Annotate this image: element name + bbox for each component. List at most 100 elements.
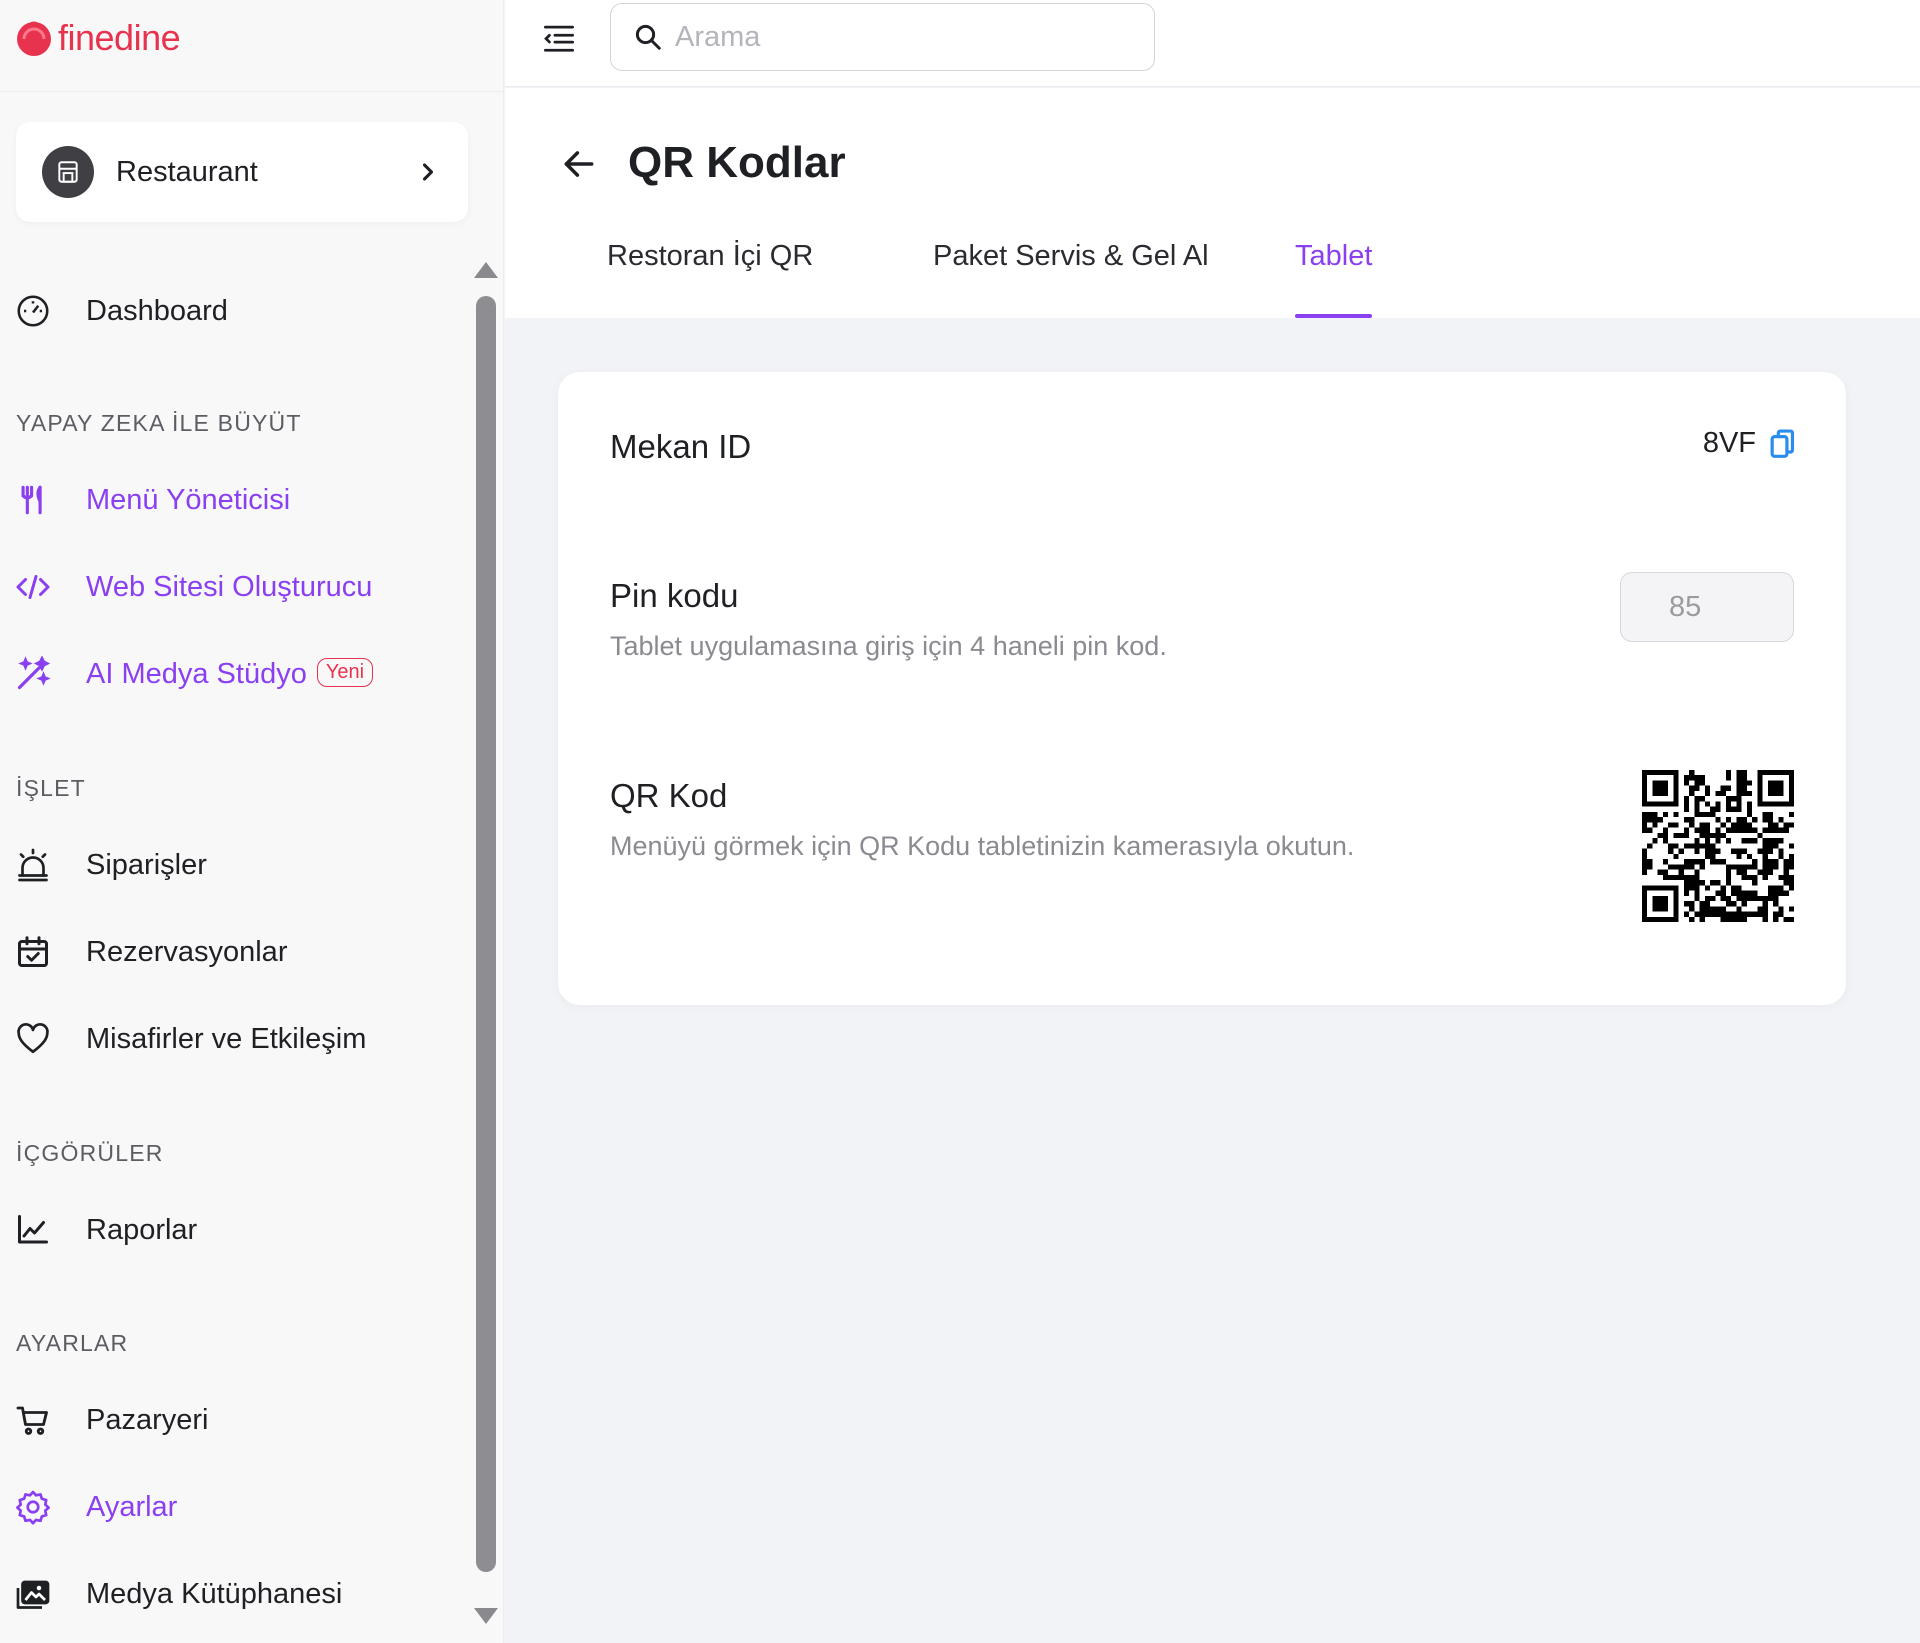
qr-module: [1699, 906, 1705, 912]
qr-module: [1778, 874, 1784, 881]
qr-module: [1773, 827, 1779, 833]
qr-module: [1767, 848, 1774, 854]
qr-module: [1741, 916, 1747, 922]
sidebar-item-menu-manager[interactable]: Menü Yöneticisi: [0, 470, 470, 530]
qr-module: [1683, 796, 1690, 802]
qr-module: [1683, 874, 1690, 881]
qr-module: [1673, 843, 1679, 849]
new-badge: Yeni: [316, 658, 374, 688]
qr-module: [1673, 822, 1679, 828]
qr-module: [1757, 848, 1763, 854]
qr-module: [1642, 811, 1648, 818]
back-button[interactable]: [555, 140, 603, 188]
venue-selector[interactable]: Restaurant: [16, 122, 468, 222]
qr-module: [1725, 864, 1732, 870]
qr-module: [1788, 916, 1794, 922]
sidebar-item-label: Rezervasyonlar: [86, 935, 288, 968]
sidebar-item-orders[interactable]: Siparişler: [0, 835, 470, 895]
qr-module: [1647, 859, 1653, 865]
qr-module: [1762, 901, 1768, 907]
qr-module: [1783, 890, 1789, 896]
qr-module: [1652, 838, 1658, 844]
qr-module: [1642, 869, 1648, 875]
qr-module: [1720, 890, 1726, 896]
qr-module: [1683, 832, 1690, 839]
qr-module: [1767, 811, 1774, 818]
qr-module: [1752, 874, 1758, 881]
qr-module: [1741, 817, 1747, 823]
qr-module: [1762, 895, 1768, 902]
copy-icon[interactable]: [1768, 428, 1796, 460]
qr-module: [1788, 906, 1794, 912]
search-icon: [635, 24, 661, 50]
qr-module: [1741, 901, 1747, 907]
qr-module: [1773, 864, 1779, 870]
sidebar-item-media-library[interactable]: Medya Kütüphanesi: [0, 1564, 470, 1624]
pin-code-field-wrap[interactable]: [1620, 572, 1794, 642]
qr-module: [1699, 880, 1705, 886]
qr-module: [1757, 906, 1763, 912]
sidebar-item-guests[interactable]: Misafirler ve Etkileşim: [0, 1009, 470, 1069]
tab-delivery-takeaway[interactable]: Paket Servis & Gel Al: [933, 238, 1209, 318]
qr-module: [1689, 906, 1695, 912]
qr-module: [1778, 885, 1784, 891]
qr-module: [1731, 901, 1737, 907]
search-box[interactable]: [610, 3, 1155, 71]
qr-module: [1741, 864, 1747, 870]
qr-module: [1736, 817, 1742, 823]
section-title-insights: İÇGÖRÜLER: [16, 1140, 164, 1166]
brand-logo[interactable]: finedine: [14, 16, 181, 60]
qr-module: [1736, 885, 1742, 891]
pin-code-field[interactable]: [1669, 590, 1769, 624]
qr-module: [1736, 796, 1742, 802]
search-input[interactable]: [675, 20, 1135, 54]
sidebar-item-marketplace[interactable]: Pazaryeri: [0, 1390, 470, 1450]
qr-module: [1668, 822, 1674, 828]
pin-code-label: Pin kodu: [610, 577, 739, 614]
qr-module: [1778, 906, 1784, 912]
sidebar-item-reports[interactable]: Raporlar: [0, 1200, 470, 1260]
sidebar-item-reservations[interactable]: Rezervasyonlar: [0, 922, 470, 982]
scrollbar-thumb[interactable]: [476, 296, 496, 1572]
qr-module: [1689, 843, 1695, 849]
qr-module: [1731, 890, 1737, 896]
sidebar-item-website-builder[interactable]: Web Sitesi Oluşturucu: [0, 557, 470, 617]
qr-module: [1746, 853, 1753, 860]
qr-module: [1710, 853, 1716, 860]
qr-module: [1773, 916, 1779, 922]
qr-module: [1767, 817, 1774, 823]
sidebar-scrollbar[interactable]: [470, 258, 502, 1643]
qr-module: [1642, 864, 1648, 870]
scroll-down-arrow-icon[interactable]: [474, 1608, 498, 1624]
qr-module: [1668, 848, 1674, 854]
qr-module: [1778, 890, 1784, 896]
qr-module: [1662, 811, 1669, 818]
qr-code-image[interactable]: [1642, 770, 1794, 922]
qr-module: [1725, 770, 1732, 776]
qr-module: [1767, 838, 1774, 844]
sidebar-item-ai-media-studio[interactable]: AI Medya Stüdyo Yeni: [0, 644, 470, 704]
qr-module: [1689, 880, 1695, 886]
qr-module: [1720, 859, 1726, 865]
qr-module: [1788, 853, 1794, 860]
qr-module: [1783, 880, 1789, 886]
tab-in-restaurant-qr[interactable]: Restoran İçi QR: [607, 238, 813, 318]
qr-module: [1673, 832, 1679, 839]
qr-module: [1678, 832, 1684, 839]
qr-module: [1694, 843, 1700, 849]
scroll-up-arrow-icon[interactable]: [474, 262, 498, 278]
sidebar-item-dashboard[interactable]: Dashboard: [0, 281, 470, 341]
qr-module: [1752, 911, 1758, 917]
qr-module: [1752, 880, 1758, 886]
qr-module: [1778, 838, 1784, 844]
qr-module: [1725, 801, 1732, 807]
qr-module: [1762, 838, 1768, 844]
menu-toggle-button[interactable]: [539, 18, 579, 58]
sidebar-item-settings[interactable]: Ayarlar: [0, 1477, 470, 1537]
qr-module: [1678, 874, 1684, 881]
qr-module: [1694, 811, 1700, 818]
tab-tablet[interactable]: Tablet: [1295, 238, 1373, 318]
qr-module: [1778, 853, 1784, 860]
qr-module: [1683, 864, 1690, 870]
sidebar-item-label: Raporlar: [86, 1213, 198, 1246]
